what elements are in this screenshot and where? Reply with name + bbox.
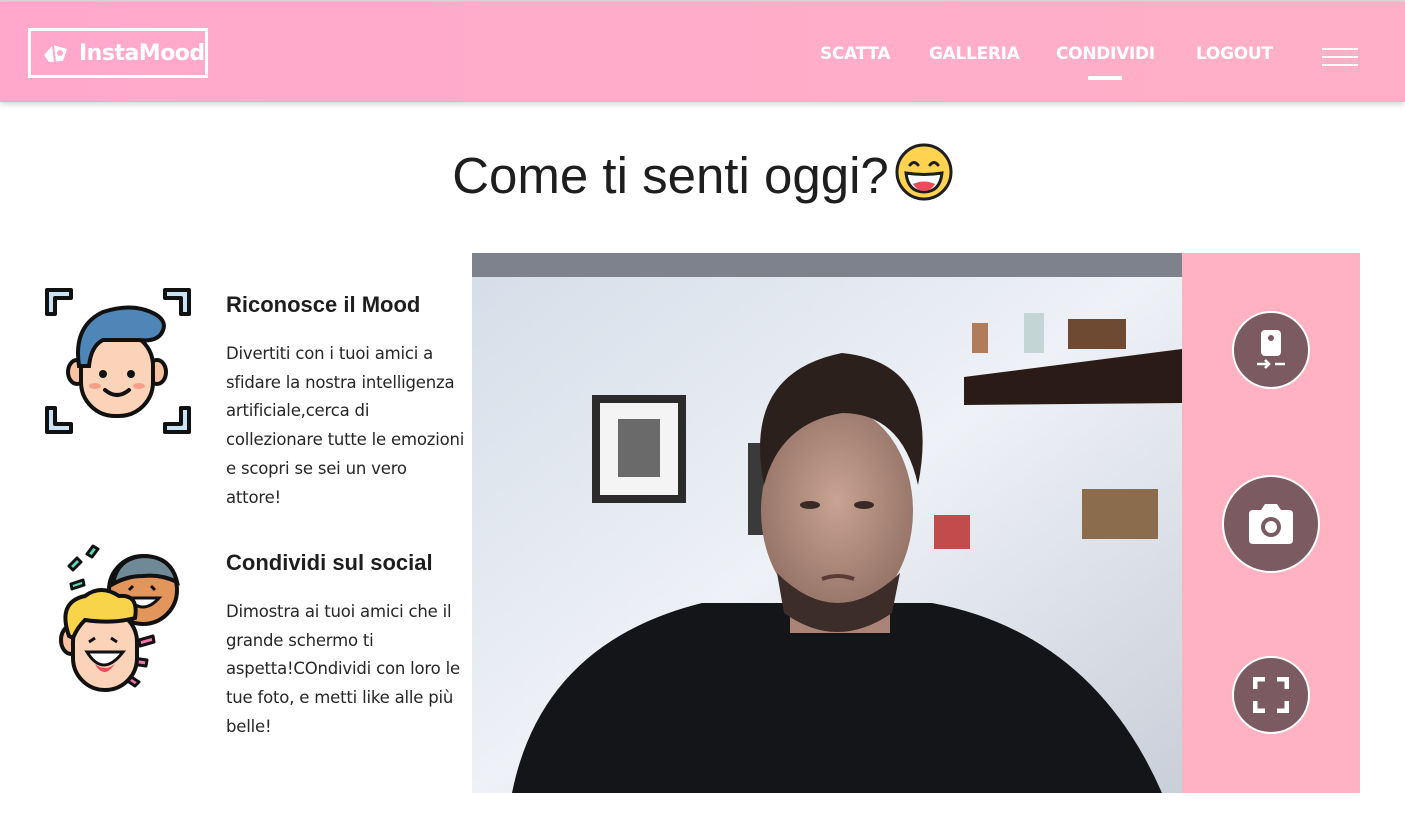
laughing-friends-icon bbox=[59, 544, 180, 692]
feature-title-social: Condividi sul social bbox=[226, 550, 433, 575]
camera-panel bbox=[472, 253, 1360, 793]
nav-link-scatta[interactable]: SCATTA bbox=[820, 44, 890, 64]
fullscreen-button[interactable] bbox=[1232, 656, 1310, 734]
face-recognition-icon bbox=[45, 288, 191, 434]
page-title: Come ti senti oggi? bbox=[0, 143, 1405, 205]
brand-logo-icon bbox=[44, 44, 67, 63]
brand-name: InstaMood bbox=[79, 40, 205, 66]
page-title-text: Come ti senti oggi? bbox=[452, 147, 889, 204]
webcam-video-feed bbox=[472, 253, 1182, 793]
feature-title-mood: Riconosce il Mood bbox=[226, 292, 421, 317]
brand-logo-link[interactable]: InstaMood bbox=[28, 28, 208, 78]
switch-camera-button[interactable] bbox=[1232, 311, 1310, 389]
menu-hamburger-icon[interactable] bbox=[1322, 48, 1358, 68]
nav-link-logout[interactable]: LOGOUT bbox=[1196, 44, 1273, 64]
grinning-face-emoji-icon bbox=[895, 143, 953, 201]
camera-icon bbox=[1249, 504, 1293, 544]
camera-controls bbox=[1182, 253, 1360, 793]
navbar: InstaMood SCATTA GALLERIA CONDIVIDI LOGO… bbox=[0, 2, 1405, 102]
fullscreen-icon bbox=[1253, 677, 1289, 713]
nav-link-condividi[interactable]: CONDIVIDI bbox=[1056, 44, 1155, 64]
nav-link-galleria[interactable]: GALLERIA bbox=[929, 44, 1020, 64]
feature-text-mood: Divertiti con i tuoi amici a sfidare la … bbox=[226, 344, 465, 507]
feature-text-social: Dimostra ai tuoi amici che il grande sch… bbox=[226, 602, 460, 736]
take-photo-button[interactable] bbox=[1222, 475, 1320, 573]
switch-camera-icon bbox=[1257, 330, 1285, 369]
